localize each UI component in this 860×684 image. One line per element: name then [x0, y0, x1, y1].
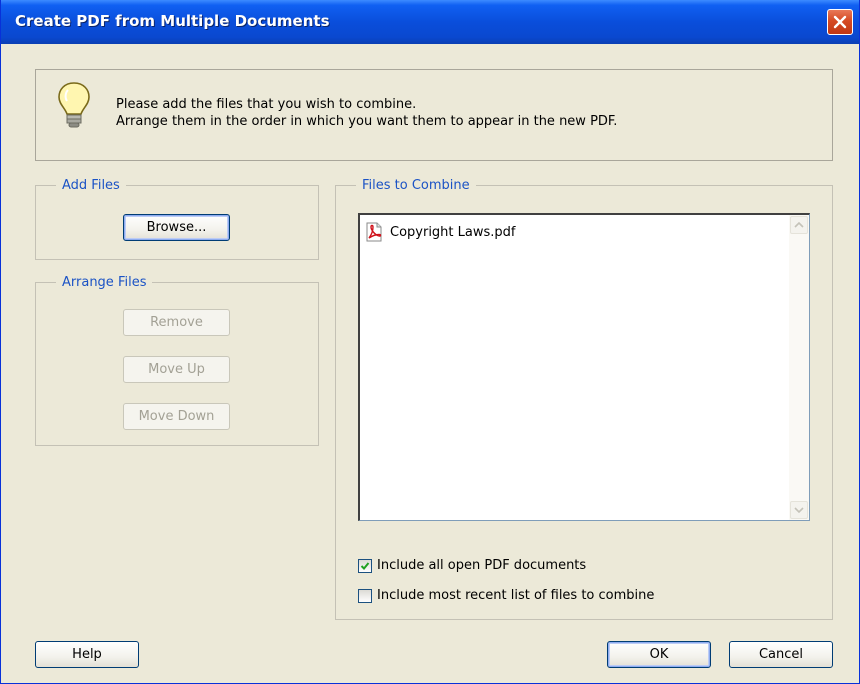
- lightbulb-icon: [58, 82, 90, 128]
- scroll-down-button[interactable]: [790, 501, 808, 519]
- scroll-up-button[interactable]: [790, 216, 808, 234]
- list-item[interactable]: Copyright Laws.pdf: [364, 221, 515, 243]
- title-bar[interactable]: Create PDF from Multiple Documents: [1, 0, 859, 44]
- include-open-pdf-checkbox[interactable]: [358, 558, 372, 573]
- vertical-scrollbar[interactable]: [789, 215, 809, 520]
- include-open-pdf-label: Include all open PDF documents: [377, 558, 587, 573]
- chevron-up-icon: [794, 222, 804, 228]
- close-icon: [833, 15, 847, 29]
- arrange-files-legend: Arrange Files: [62, 275, 147, 290]
- add-files-legend: Add Files: [62, 178, 120, 193]
- include-recent-files-checkbox[interactable]: [358, 588, 372, 603]
- include-recent-files-option[interactable]: Include most recent list of files to com…: [358, 588, 654, 603]
- window-title: Create PDF from Multiple Documents: [15, 12, 330, 30]
- cancel-button[interactable]: Cancel: [729, 641, 833, 668]
- files-to-combine-legend: Files to Combine: [362, 178, 470, 193]
- instruction-line-1: Please add the files that you wish to co…: [116, 97, 417, 112]
- include-open-pdf-option[interactable]: Include all open PDF documents: [358, 558, 586, 573]
- help-button[interactable]: Help: [35, 641, 139, 668]
- pdf-file-icon: [366, 222, 382, 242]
- instruction-line-2: Arrange them in the order in which you w…: [116, 114, 618, 129]
- move-down-button[interactable]: Move Down: [123, 403, 230, 430]
- ok-button[interactable]: OK: [607, 641, 711, 668]
- include-recent-files-label: Include most recent list of files to com…: [377, 588, 655, 603]
- checkmark-icon: [360, 561, 370, 570]
- move-up-button[interactable]: Move Up: [123, 356, 230, 383]
- files-list[interactable]: Copyright Laws.pdf: [358, 213, 810, 521]
- chevron-down-icon: [794, 507, 804, 513]
- dialog-window: Create PDF from Multiple Documents Pleas…: [0, 0, 860, 684]
- browse-button[interactable]: Browse...: [123, 214, 230, 241]
- remove-button[interactable]: Remove: [123, 309, 230, 336]
- instructions-panel: Please add the files that you wish to co…: [35, 69, 833, 161]
- file-name: Copyright Laws.pdf: [390, 224, 516, 240]
- close-button[interactable]: [827, 9, 853, 35]
